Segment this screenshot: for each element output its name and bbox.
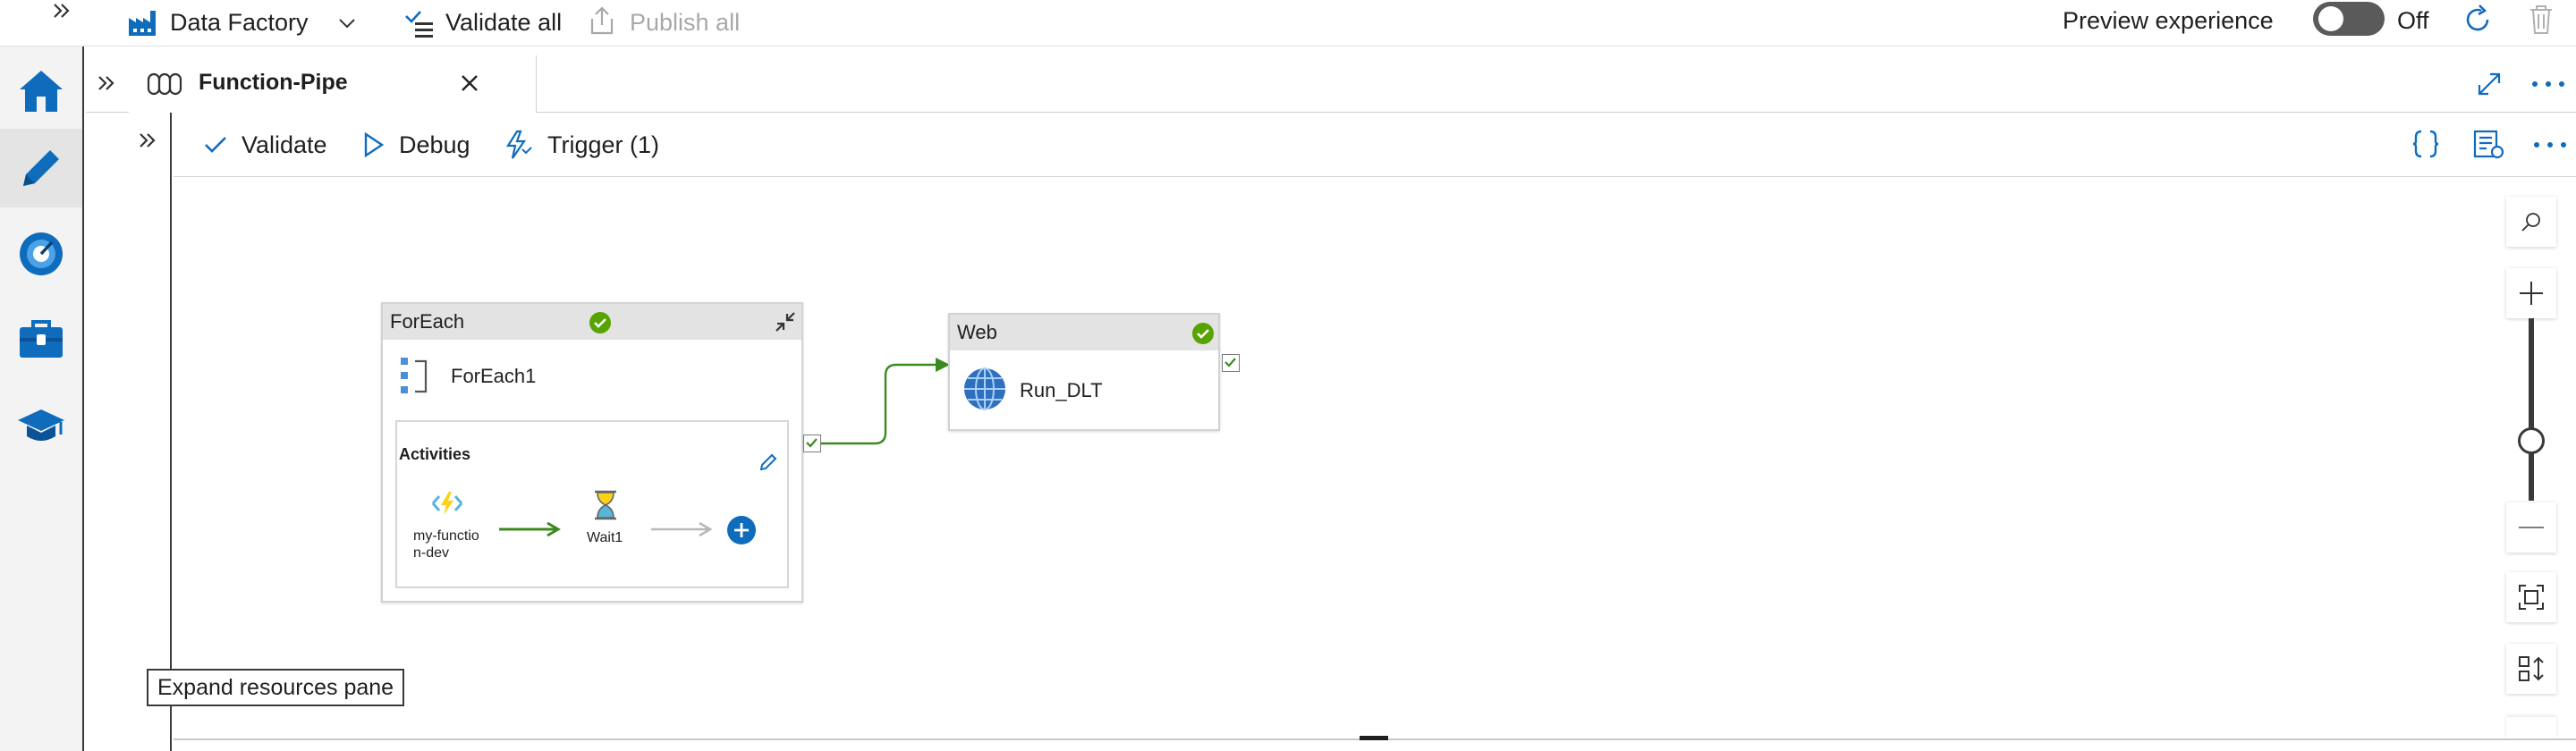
- success-connector-line: [812, 363, 941, 445]
- zoom-in-button[interactable]: [2506, 268, 2556, 318]
- hourglass-icon: [592, 490, 619, 520]
- auto-align-button[interactable]: [2506, 644, 2556, 694]
- success-status-icon: [589, 311, 612, 334]
- zoom-to-fit-button[interactable]: [2506, 572, 2556, 622]
- zoom-slider-thumb[interactable]: [2518, 427, 2545, 454]
- splitter-handle[interactable]: [1360, 736, 1388, 740]
- foreach-type-label: ForEach: [390, 310, 465, 333]
- function-name-line1: my-functio: [413, 528, 479, 544]
- web-type-label: Web: [957, 321, 997, 343]
- success-status-icon: [1191, 322, 1215, 345]
- inner-activity-wait[interactable]: Wait1: [587, 529, 623, 546]
- fit-to-screen-icon: [2519, 585, 2544, 610]
- checkmark-icon: [1224, 358, 1236, 367]
- foreach-activity[interactable]: ForEach ForEach1 Activities my-functio n…: [381, 302, 803, 603]
- auto-align-icon: [2519, 656, 2544, 681]
- add-activity-icon[interactable]: [726, 515, 757, 545]
- partial-canvas-button[interactable]: [2506, 717, 2556, 738]
- checkmark-icon: [806, 438, 818, 448]
- foreach-success-output[interactable]: [803, 435, 821, 452]
- collapse-activity-icon[interactable]: [773, 309, 798, 334]
- search-canvas-button[interactable]: [2506, 197, 2556, 247]
- foreach-icon: [399, 356, 429, 397]
- edit-activities-icon[interactable]: [758, 452, 778, 472]
- web-activity-name: Run_DLT: [1020, 379, 1103, 401]
- web-success-output[interactable]: [1222, 354, 1240, 372]
- globe-icon: [962, 367, 1007, 411]
- activities-container[interactable]: Activities my-functio n-dev Wait1: [395, 420, 789, 588]
- inactive-arrow: [649, 520, 714, 538]
- success-arrow: [497, 520, 562, 538]
- foreach-name: ForEach1: [451, 365, 537, 387]
- azure-function-icon: [431, 490, 463, 517]
- web-activity[interactable]: Web Run_DLT: [948, 313, 1220, 431]
- plus-icon: [2520, 282, 2543, 305]
- search-icon: [2521, 213, 2540, 232]
- zoom-out-button[interactable]: [2506, 502, 2556, 553]
- inner-activity-function[interactable]: my-functio n-dev: [413, 527, 479, 561]
- minus-icon: [2519, 527, 2544, 528]
- function-name-line2: n-dev: [413, 545, 450, 561]
- zoom-slider-track[interactable]: [2529, 318, 2534, 501]
- web-header: Web: [950, 315, 1218, 350]
- expand-resources-tooltip: Expand resources pane: [147, 669, 404, 706]
- activities-label: Activities: [399, 445, 471, 463]
